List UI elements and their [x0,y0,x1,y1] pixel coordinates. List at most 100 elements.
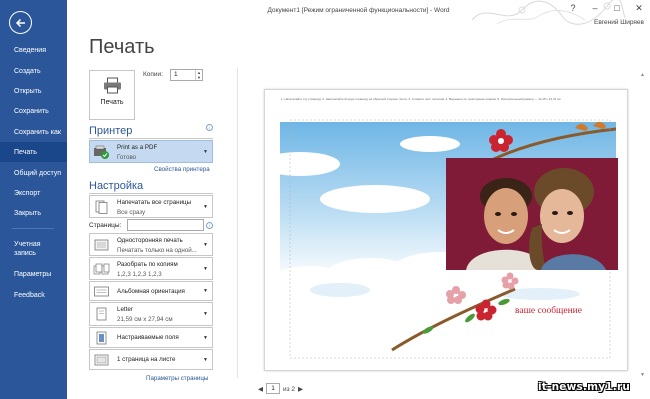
sidebar-item-account[interactable]: Учетная запись [0,240,60,258]
sides-dropdown[interactable]: Односторонняя печать Печатать только на … [89,233,213,256]
setting-line1: Letter [117,306,133,313]
back-button[interactable] [9,11,32,34]
sidebar-item-label: Закрыть [14,210,41,217]
sidebar-item-open[interactable]: Открыть [0,87,67,96]
margins-dropdown[interactable]: Настраиваемые поля ▼ [89,327,213,348]
sidebar-item-info[interactable]: Сведения [0,46,67,55]
paper-size-dropdown[interactable]: Letter 21,59 см x 27,94 см ▼ [89,302,213,326]
setting-line1: Разобрать по копиям [117,261,178,268]
user-name[interactable]: Евгений Ширяев [594,19,644,26]
pages-label: Страницы: [89,222,122,229]
printer-heading: Принтер [89,125,133,137]
pages-icon [95,200,108,214]
minimize-button[interactable]: – [588,3,602,13]
card-message: ваше сообщение [515,306,582,316]
pages-per-sheet-dropdown[interactable]: 1 страница на листе ▼ [89,349,213,370]
printer-icon [104,77,121,94]
page-title: Печать [89,36,155,58]
sidebar-item-feedback[interactable]: Feedback [0,291,67,300]
page-total: из 2 [283,386,296,393]
one-sided-icon [94,239,109,250]
printer-properties-link[interactable]: Свойства принтера [154,166,210,173]
page-number-value: 1 [271,385,275,392]
pdf-printer-icon [94,145,109,159]
sidebar-divider [12,228,54,229]
print-button[interactable]: Печать [89,70,135,120]
printer-name: Print as a PDF [117,144,158,151]
close-button[interactable]: ✕ [632,3,646,14]
chevron-left-icon: ◀ [258,386,263,393]
site-watermark: it-news.my1.ru [538,381,631,393]
chevron-down-icon: ▼ [203,265,208,272]
pages-input[interactable] [127,219,204,231]
photo-image [446,158,618,270]
sidebar-item-share[interactable]: Общий доступ [0,169,67,178]
margins-icon [96,331,107,344]
paper-size-icon [96,307,107,321]
section-divider [89,193,213,194]
sidebar-item-label: Сведения [14,47,46,54]
collate-dropdown[interactable]: Разобрать по копиям 1,2,3 1,2,3 1,2,3 ▼ [89,257,213,280]
scroll-down-icon[interactable]: ▼ [640,372,645,378]
sidebar-item-save-as[interactable]: Сохранить как [0,128,67,137]
copies-label: Копии: [143,71,163,78]
title-bar: Документ1 [Режим ограниченной функционал… [67,0,650,25]
setting-line1: 1 страница на листе [117,356,176,363]
sidebar-item-label: Печать [14,149,37,156]
chevron-down-icon: ▼ [203,311,208,317]
printer-status: Готово [117,154,137,161]
backstage-sidebar: Сведения Создать Открыть Сохранить Сохра… [0,0,67,399]
chevron-down-icon: ▼ [203,241,208,248]
couple-photo [446,158,618,270]
preview-divider [237,68,238,378]
collate-icon [93,263,110,274]
help-button[interactable]: ? [566,3,580,13]
sidebar-item-label: Экспорт [14,190,41,197]
sidebar-item-export[interactable]: Экспорт [0,189,67,198]
instructions-text: 1. Напечатайте эту страницу. 2. Напечата… [281,97,561,101]
setting-line2: Печатать только на одной... [117,247,197,254]
word-print-backstage: Сведения Создать Открыть Сохранить Сохра… [0,0,650,399]
chevron-down-icon: ▼ [203,356,208,363]
next-page-button[interactable]: ▶ [298,385,303,393]
section-divider [89,138,213,139]
page-setup-link[interactable]: Параметры страницы [146,375,208,382]
sidebar-item-options[interactable]: Параметры [0,270,67,279]
copies-value: 1 [174,71,178,78]
print-button-label: Печать [100,99,124,106]
setting-line1: Альбомная ориентация [117,288,185,295]
print-range-dropdown[interactable]: Напечатать все страницы Все сразу ▼ [89,195,213,218]
window-title: Документ1 [Режим ограниченной функционал… [267,7,450,14]
maximize-button[interactable]: □ [610,3,624,13]
sidebar-item-print[interactable]: Печать [0,142,67,162]
settings-heading: Настройка [89,180,144,192]
sidebar-item-save[interactable]: Сохранить [0,107,67,116]
printer-dropdown[interactable]: Print as a PDF Готово ▼ [89,140,213,163]
setting-line1: Односторонняя печать [117,237,183,244]
copies-input[interactable]: 1 ▲ ▼ [170,69,203,81]
info-icon[interactable]: i [206,222,213,229]
chevron-down-icon: ▼ [203,148,208,155]
sidebar-item-label: Открыть [14,88,42,95]
setting-line2: 21,59 см x 27,94 см [117,316,173,323]
chevron-down-icon: ▼ [203,334,208,341]
previous-page-button[interactable]: ◀ [258,385,263,393]
sidebar-item-label: Сохранить как [14,129,61,136]
orientation-dropdown[interactable]: Альбомная ориентация ▼ [89,281,213,301]
sidebar-item-label: Параметры [14,271,52,278]
pages-per-sheet-icon [94,354,109,365]
sidebar-item-close[interactable]: Закрыть [0,209,67,218]
setting-line2: Все сразу [117,209,146,216]
setting-line1: Напечатать все страницы [117,199,192,206]
orientation-icon [94,286,109,297]
sidebar-item-label: Учетная запись [14,241,41,257]
sidebar-item-label: Создать [14,68,41,75]
info-icon[interactable]: i [206,124,213,131]
chevron-right-icon: ▶ [298,386,303,393]
page-number-input[interactable]: 1 [266,383,280,394]
chevron-down-icon: ▼ [203,288,208,294]
scroll-up-icon[interactable]: ▲ [640,72,645,78]
sidebar-item-new[interactable]: Создать [0,67,67,76]
setting-line1: Настраиваемые поля [117,334,179,341]
copies-spinner[interactable]: ▲ ▼ [195,70,202,80]
